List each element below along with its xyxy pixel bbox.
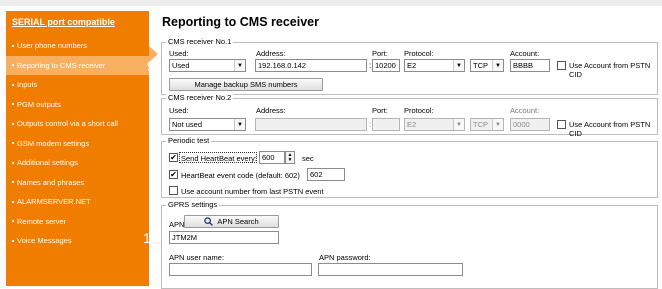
protocol-label: Protocol:	[404, 49, 434, 58]
page-title: Reporting to CMS receiver	[162, 15, 319, 29]
receiver1-pstn-checkbox[interactable]	[557, 61, 566, 70]
sidebar-item[interactable]: ALARMSERVER.NET	[6, 192, 149, 212]
chevron-down-icon: ▼	[492, 119, 503, 130]
port-label: Port:	[372, 49, 388, 58]
event-code-checkbox[interactable]: ✔	[169, 170, 178, 179]
address-label: Address:	[256, 106, 286, 115]
bullet-icon	[12, 103, 14, 106]
used-label: Used:	[169, 106, 189, 115]
apn-user-label: APN user name:	[169, 253, 225, 262]
sidebar-item[interactable]: User phone numbers	[6, 36, 149, 56]
account-label: Account:	[510, 49, 540, 58]
bullet-icon	[12, 161, 14, 164]
bullet-icon	[12, 142, 14, 145]
receiver2-port-input[interactable]	[372, 118, 400, 131]
receiver2-used-select[interactable]: Not used ▼	[169, 118, 246, 131]
sidebar-item-label: Voice Messages	[17, 236, 72, 246]
apn-search-button[interactable]: APN Search	[184, 215, 279, 228]
sidebar-item-label: User phone numbers	[17, 41, 88, 51]
receiver1-pstn-label: Use Account from PSTN CID	[569, 61, 651, 79]
sidebar-item[interactable]: Outputs control via a short call	[6, 114, 149, 134]
receiver2-transport-select[interactable]: TCP ▼	[470, 118, 504, 131]
sidebar-item[interactable]: GSM modem settings	[6, 134, 149, 154]
bullet-icon	[12, 44, 14, 47]
sidebar-item-label: Remote server	[17, 216, 67, 226]
receiver2-address-input[interactable]	[255, 118, 367, 131]
heartbeat-interval-input[interactable]: 600	[259, 151, 285, 164]
port-colon: :	[369, 120, 372, 129]
chevron-down-icon: ▼	[234, 60, 245, 71]
receiver1-account-input[interactable]: BBBB	[510, 59, 550, 72]
apn-input[interactable]: JTM2M	[169, 231, 279, 244]
receiver1-used-select[interactable]: Used ▼	[169, 59, 246, 72]
bullet-icon	[12, 83, 14, 86]
chevron-down-icon: ▼	[453, 60, 464, 71]
manage-backup-sms-button[interactable]: Manage backup SMS numbers	[169, 78, 323, 91]
chevron-down-icon: ▼	[453, 119, 464, 130]
periodic-test-legend: Periodic test	[166, 136, 212, 145]
receiver1-transport-select[interactable]: TCP ▼	[470, 59, 504, 72]
receiver2-pstn-checkbox[interactable]	[557, 120, 566, 129]
receiver2-pstn-label: Use Account from PSTN CID	[569, 120, 651, 138]
sidebar-item[interactable]: Voice Messages	[6, 231, 149, 251]
ghost-text: 9	[147, 58, 155, 74]
bullet-icon	[12, 220, 14, 223]
sidebar-item[interactable]: Names and phrases	[6, 173, 149, 193]
sidebar-item[interactable]: PGM outputs	[6, 95, 149, 115]
sidebar-item-label: Additional settings	[17, 158, 78, 168]
sidebar-item[interactable]: Reporting to CMS receiver	[6, 55, 149, 75]
spin-down-icon[interactable]: ▼	[288, 157, 293, 163]
used-label: Used:	[169, 49, 189, 58]
sidebar-item-label: Inputs	[17, 80, 38, 90]
address-label: Address:	[256, 49, 286, 58]
heartbeat-label[interactable]: Send HeartBeat every:	[181, 154, 257, 163]
receiver1-protocol-select[interactable]: E2 ▼	[404, 59, 465, 72]
receiver2-account-input[interactable]: 0000	[510, 118, 550, 131]
event-code-input[interactable]: 602	[307, 168, 345, 181]
receiver2-protocol-select[interactable]: E2 ▼	[404, 118, 465, 131]
bullet-icon	[12, 181, 14, 184]
bullet-icon	[12, 200, 14, 203]
last-pstn-label: Use account number from last PSTN event	[181, 187, 324, 196]
ghost-text: 10	[143, 230, 159, 246]
sidebar-item-label: GSM modem settings	[17, 138, 90, 148]
bullet-icon	[12, 64, 14, 67]
port-colon: :	[369, 61, 372, 70]
account-label: Account:	[510, 106, 540, 115]
chevron-down-icon: ▼	[234, 119, 245, 130]
apn-password-label: APN password:	[319, 253, 371, 262]
receiver1-legend: CMS receiver No.1	[166, 37, 234, 46]
sidebar-item[interactable]: Inputs	[6, 75, 149, 95]
apn-password-input[interactable]	[318, 263, 463, 276]
sidebar-item-label: Reporting to CMS receiver	[17, 60, 106, 70]
sidebar-item-label: PGM outputs	[17, 99, 61, 109]
sidebar-item-label: Outputs control via a short call	[17, 119, 118, 129]
bullet-icon	[12, 122, 14, 125]
bullet-icon	[12, 239, 14, 242]
search-icon	[204, 217, 214, 226]
receiver2-legend: CMS receiver No.2	[166, 93, 234, 102]
gprs-legend: GPRS settings	[166, 200, 220, 209]
sidebar-heading-link[interactable]: SERIAL port compatible	[6, 11, 149, 36]
heartbeat-spinner[interactable]: ▲ ▼	[285, 151, 295, 164]
port-label: Port:	[372, 106, 388, 115]
chevron-down-icon: ▼	[492, 60, 503, 71]
receiver1-address-input[interactable]: 192.168.0.142	[255, 59, 367, 72]
protocol-label: Protocol:	[404, 106, 434, 115]
top-strip	[0, 0, 662, 6]
receiver1-port-input[interactable]: 10200	[372, 59, 400, 72]
apn-user-input[interactable]	[169, 263, 312, 276]
sidebar-item[interactable]: Additional settings	[6, 153, 149, 173]
sidebar-item[interactable]: Remote server	[6, 212, 149, 232]
last-pstn-checkbox[interactable]	[169, 186, 178, 195]
sidebar: SERIAL port compatible User phone number…	[6, 11, 149, 286]
sidebar-item-label: Names and phrases	[17, 177, 85, 187]
sidebar-item-label: ALARMSERVER.NET	[17, 197, 91, 207]
event-code-label: HeartBeat event code (default: 602)	[181, 171, 300, 180]
heartbeat-checkbox[interactable]: ✔	[169, 153, 178, 162]
heartbeat-unit: sec	[302, 154, 314, 163]
